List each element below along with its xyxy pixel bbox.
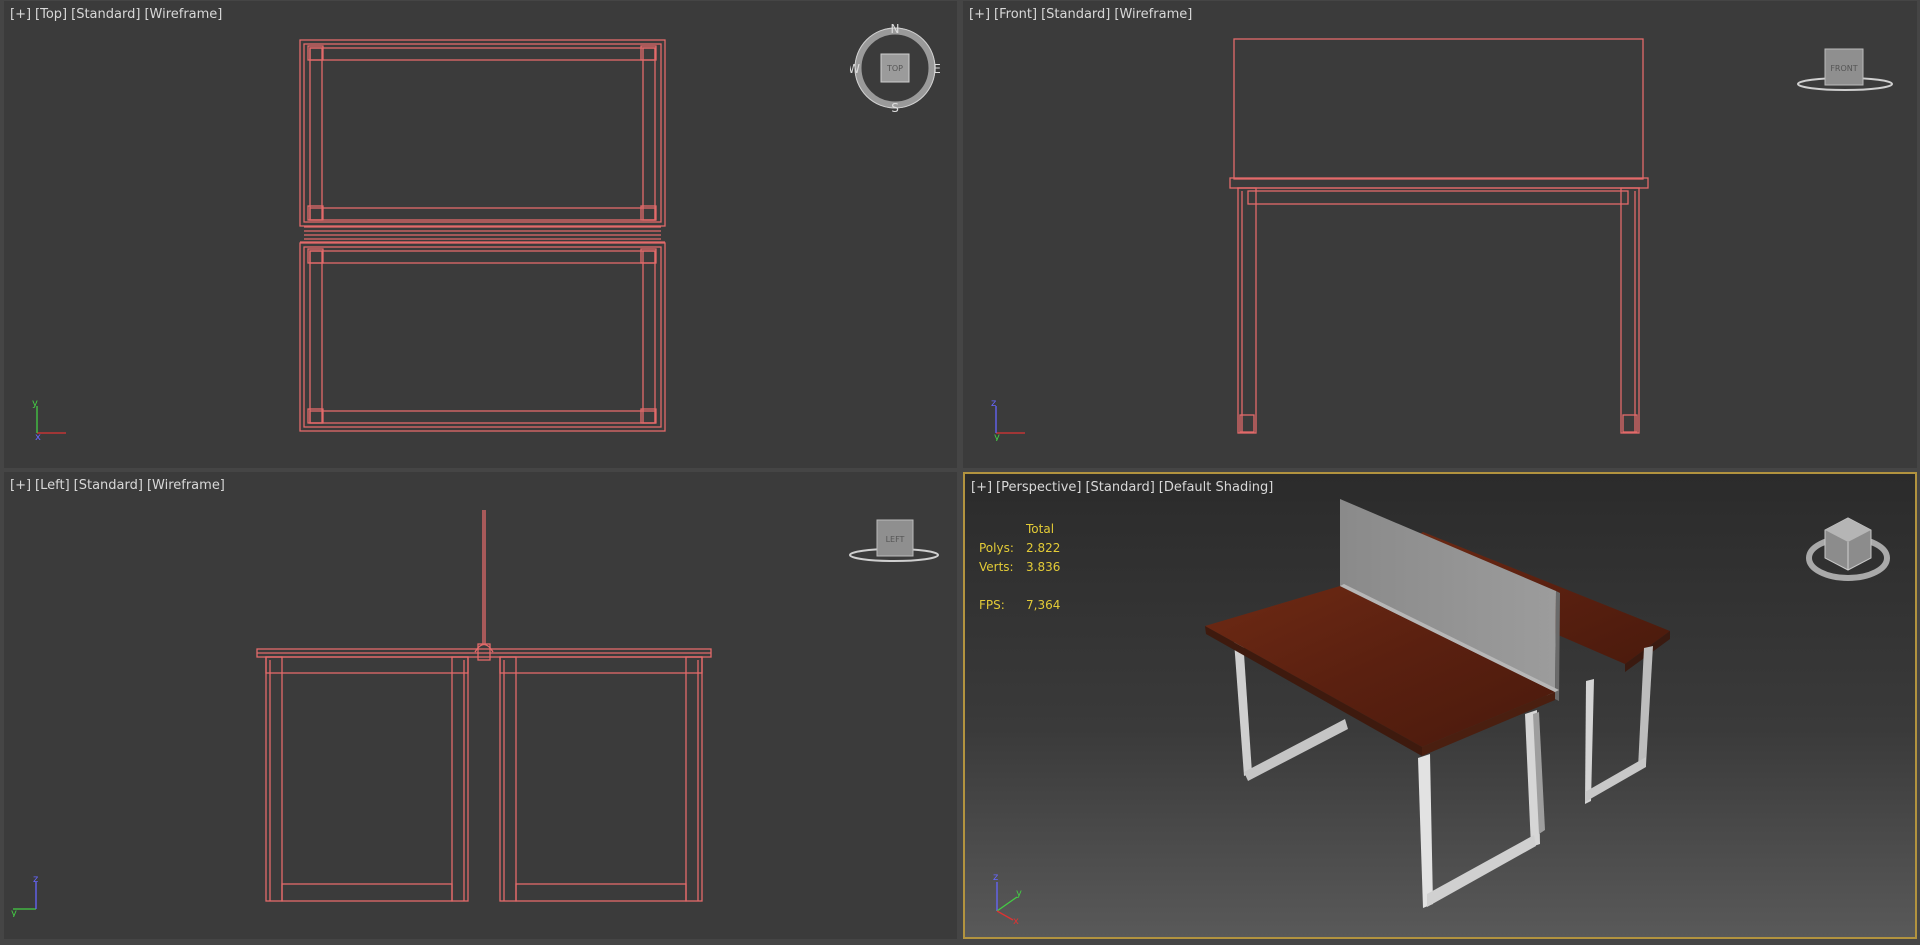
view-style[interactable]: [Standard] xyxy=(74,478,143,493)
viewcube-home-icon[interactable] xyxy=(1805,506,1895,586)
viewcube-face-label: LEFT xyxy=(886,535,905,544)
axis-tripod-icon: y x xyxy=(26,396,86,441)
shading-mode[interactable]: [Wireframe] xyxy=(144,7,222,22)
viewcube[interactable]: FRONT xyxy=(1795,45,1895,95)
axis-tripod-icon: z y x xyxy=(983,864,1043,924)
view-style[interactable]: [Standard] xyxy=(1085,480,1154,495)
axis-b-label: y xyxy=(994,432,1000,441)
left-wireframe xyxy=(256,510,712,902)
viewport-menu-button[interactable]: [+] xyxy=(10,478,31,493)
view-name[interactable]: [Top] xyxy=(35,7,67,22)
stats-polys: Polys: 2.822 xyxy=(979,541,1061,555)
viewport-perspective[interactable]: [+] [Perspective] [Standard] [Default Shadi… xyxy=(963,472,1917,939)
viewport-left-label[interactable]: [+] [Left] [Standard] [Wireframe] xyxy=(10,478,229,493)
axis-b-label: y xyxy=(11,908,17,917)
viewport-left[interactable]: [+] [Left] [Standard] [Wireframe] LEFT z y xyxy=(4,472,957,939)
shading-mode[interactable]: [Default Shading] xyxy=(1159,480,1274,495)
view-name[interactable]: [Front] xyxy=(994,7,1037,22)
stats-verts: Verts: 3.836 xyxy=(979,560,1061,574)
compass-east: E xyxy=(933,62,940,76)
axis-a-label: z xyxy=(33,874,38,885)
compass-south: S xyxy=(891,101,899,113)
view-name[interactable]: [Perspective] xyxy=(996,480,1081,495)
viewport-menu-button[interactable]: [+] xyxy=(10,7,31,22)
view-style[interactable]: [Standard] xyxy=(1041,7,1110,22)
axis-a-label: z xyxy=(993,872,998,883)
axis-tripod-icon: z y xyxy=(8,872,68,917)
perspective-render xyxy=(1205,499,1670,908)
axis-c-label: x xyxy=(1013,916,1019,924)
view-name[interactable]: [Left] xyxy=(35,478,70,493)
viewport-perspective-label[interactable]: [+] [Perspective] [Standard] [Default Shadi… xyxy=(971,480,1277,495)
stats-header: Total xyxy=(1026,522,1055,536)
viewport-front-label[interactable]: [+] [Front] [Standard] [Wireframe] xyxy=(969,7,1196,22)
viewcube-face-label: FRONT xyxy=(1830,64,1857,73)
axis-a-label: z xyxy=(991,398,996,409)
viewport-menu-button[interactable]: [+] xyxy=(969,7,990,22)
axis-a-label: y xyxy=(32,398,38,409)
view-style[interactable]: [Standard] xyxy=(71,7,140,22)
shading-mode[interactable]: [Wireframe] xyxy=(147,478,225,493)
compass-north: N xyxy=(891,23,900,36)
viewport-front[interactable]: [+] [Front] [Standard] [Wireframe] FRONT z … xyxy=(963,1,1917,468)
viewcube-compass[interactable]: TOP N S E W xyxy=(850,23,940,113)
front-wireframe xyxy=(1229,38,1649,434)
viewport-menu-button[interactable]: [+] xyxy=(971,480,992,495)
stats-fps: FPS: 7,364 xyxy=(979,598,1061,612)
viewport-top[interactable]: [+] [Top] [Standard] [Wireframe] TOP N S E … xyxy=(4,1,957,468)
scene-statistics: Total Polys: 2.822 Verts: 3.836 FPS: 7,364 xyxy=(979,520,1060,615)
axis-tripod-icon: z y xyxy=(985,396,1045,441)
shading-mode[interactable]: [Wireframe] xyxy=(1114,7,1192,22)
viewcube[interactable]: LEFT xyxy=(844,516,944,566)
viewport-top-label[interactable]: [+] [Top] [Standard] [Wireframe] xyxy=(10,7,226,22)
axis-b-label: y xyxy=(1016,888,1022,899)
top-wireframe xyxy=(299,39,666,432)
axis-b-label: x xyxy=(35,432,41,441)
viewcube-face-label: TOP xyxy=(886,64,903,73)
compass-west: W xyxy=(850,62,860,76)
